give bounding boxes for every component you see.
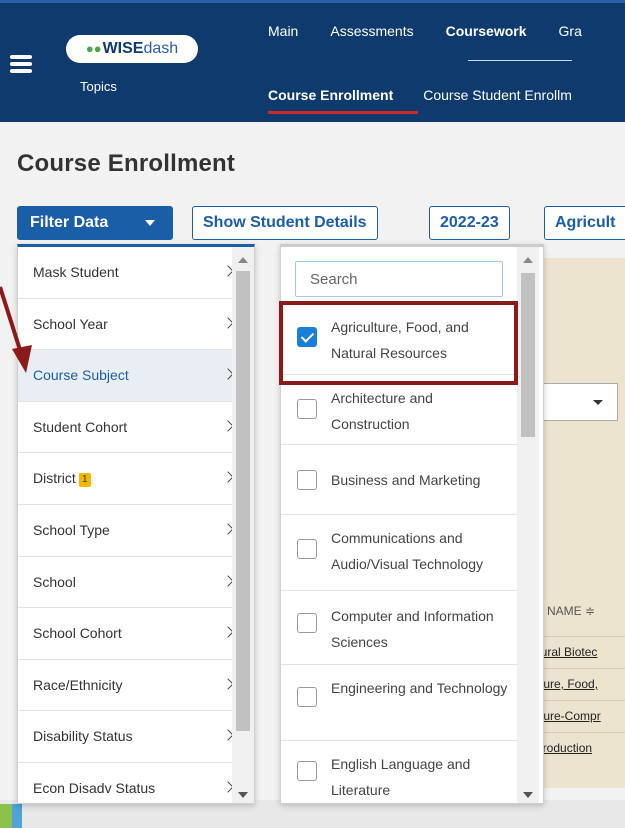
filter-item-district[interactable]: District 1	[18, 453, 254, 505]
table-row[interactable]: cultural Biotec	[530, 636, 625, 668]
filter-menu-scrollbar[interactable]	[232, 247, 254, 803]
checkbox[interactable]	[297, 613, 317, 633]
wisedash-logo[interactable]: ●●WISEdash	[66, 35, 198, 63]
nav-coursework[interactable]: Coursework	[446, 23, 527, 39]
school-year-chip[interactable]: 2022-23	[429, 206, 510, 240]
subject-option-business[interactable]: Business and Marketing	[281, 445, 517, 515]
scrollbar-thumb[interactable]	[521, 273, 535, 437]
filter-item-student-cohort[interactable]: Student Cohort	[18, 402, 254, 454]
filter-data-button[interactable]: Filter Data	[17, 206, 173, 240]
footer-accent-green	[0, 804, 12, 828]
filter-item-mask-student[interactable]: Mask Student	[18, 247, 254, 299]
filter-item-school-cohort[interactable]: School Cohort	[18, 608, 254, 660]
scroll-down-icon[interactable]	[238, 792, 248, 798]
filter-item-school[interactable]: School	[18, 557, 254, 609]
table-row[interactable]: iculture-Compr	[530, 700, 625, 732]
table-row[interactable]: iculture, Food,	[530, 668, 625, 700]
nav-grad[interactable]: Gra	[559, 23, 582, 39]
table-row[interactable]: al Production	[530, 732, 625, 764]
subject-menu-scrollbar[interactable]	[517, 247, 539, 803]
subject-option-english[interactable]: English Language and Literature	[281, 741, 517, 803]
nav-main[interactable]: Main	[268, 23, 298, 39]
secondary-nav: Course Enrollment Course Student Enrollm	[268, 87, 572, 103]
tab-course-enrollment[interactable]: Course Enrollment	[268, 87, 393, 103]
caret-down-icon	[593, 400, 603, 405]
caret-down-icon	[145, 220, 155, 226]
subject-option-communications[interactable]: Communications and Audio/Visual Technolo…	[281, 515, 517, 591]
filter-item-disability-status[interactable]: Disability Status	[18, 711, 254, 763]
course-subject-chip[interactable]: Agricult	[544, 206, 625, 240]
subject-option-engineering[interactable]: Engineering and Technology	[281, 665, 517, 741]
nav-assessments[interactable]: Assessments	[330, 23, 413, 39]
checkbox[interactable]	[297, 539, 317, 559]
primary-nav: Main Assessments Coursework Gra	[268, 23, 582, 39]
checkbox[interactable]	[297, 399, 317, 419]
filter-item-race-ethnicity[interactable]: Race/Ethnicity	[18, 660, 254, 712]
filter-item-school-type[interactable]: School Type	[18, 505, 254, 557]
subject-search-input[interactable]	[295, 261, 503, 297]
page-title: Course Enrollment	[17, 150, 236, 177]
footer-accent-blue	[12, 804, 22, 828]
filter-item-course-subject[interactable]: Course Subject	[18, 350, 254, 402]
tab-active-indicator	[268, 111, 418, 114]
checkbox[interactable]	[297, 687, 317, 707]
footer-strip	[0, 800, 625, 828]
subject-option-computer[interactable]: Computer and Information Sciences	[281, 591, 517, 665]
checkbox[interactable]	[297, 761, 317, 781]
topics-label[interactable]: Topics	[80, 79, 117, 94]
scrollbar-thumb[interactable]	[236, 271, 250, 731]
filter-category-menu: Mask Student School Year Course Subject …	[17, 244, 255, 804]
scroll-up-icon[interactable]	[523, 257, 533, 263]
tab-course-student-enrollment[interactable]: Course Student Enrollm	[423, 87, 572, 103]
app-header: ●●WISEdash Topics Main Assessments Cours…	[0, 0, 625, 122]
count-badge: 1	[78, 472, 91, 487]
annotation-arrow-icon	[0, 286, 32, 373]
nav-active-indicator	[468, 60, 572, 61]
scroll-down-icon[interactable]	[523, 792, 533, 798]
show-student-details-button[interactable]: Show Student Details	[192, 206, 378, 240]
subject-option-architecture[interactable]: Architecture and Construction	[281, 375, 517, 445]
annotation-highlight-box	[279, 301, 518, 385]
hamburger-menu-icon[interactable]	[10, 55, 32, 73]
filter-item-school-year[interactable]: School Year	[18, 299, 254, 351]
filter-item-econ-disadv-status[interactable]: Econ Disadv Status	[18, 763, 254, 803]
scroll-up-icon[interactable]	[238, 257, 248, 263]
people-icon: ●●	[85, 41, 102, 56]
checkbox[interactable]	[297, 470, 317, 490]
